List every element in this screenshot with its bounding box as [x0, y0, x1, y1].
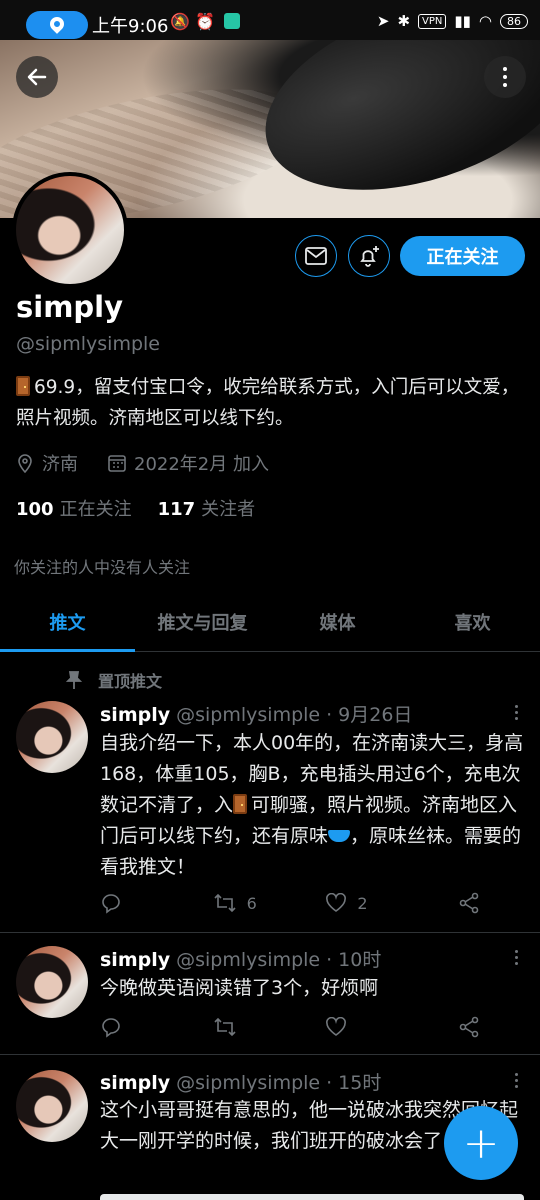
retweet-icon	[214, 893, 236, 913]
calendar-icon	[108, 455, 126, 472]
dot-separator: ·	[326, 1072, 333, 1094]
tweet-header: simply @sipmlysimple · 10时	[100, 945, 381, 972]
tweet-author-handle[interactable]: @sipmlysimple	[176, 949, 320, 971]
heart-icon	[326, 893, 347, 912]
profile-meta: 济南 2022年2月 加入	[16, 450, 269, 476]
tweet-author-handle[interactable]: @sipmlysimple	[176, 704, 320, 726]
tweet-more-button[interactable]	[515, 1070, 518, 1091]
retweet-count: 6	[246, 893, 257, 913]
plus-icon: +	[462, 1117, 500, 1169]
retweet-button[interactable]: 6	[213, 892, 326, 914]
following-count[interactable]: 100	[16, 499, 54, 520]
tab-media[interactable]: 媒体	[270, 592, 405, 651]
location-arrow-icon: ➤	[376, 12, 390, 30]
profile-joined: 2022年2月 加入	[134, 454, 269, 475]
location-icon	[18, 454, 32, 473]
tweet-text: 今晚做英语阅读错了3个，好烦啊	[100, 977, 379, 999]
profile-avatar[interactable]	[12, 172, 128, 288]
tweet-more-button[interactable]	[515, 702, 518, 723]
profile-location: 济南	[42, 454, 78, 475]
profile-name: simply	[16, 290, 124, 324]
dot-separator: ·	[326, 949, 333, 971]
tweet-text: 自我介绍一下，本人00年的，在济南读大三，身高168，体重105，胸B，充电插头…	[100, 728, 525, 883]
tweet-divider	[0, 932, 540, 933]
profile-bio: 69.9，留支付宝口令，收完给联系方式，入门后可以文爱，照片视频。济南地区可以线…	[16, 372, 526, 434]
tweet-divider	[0, 1054, 540, 1055]
following-label[interactable]: 正在关注	[60, 495, 132, 521]
home-indicator	[100, 1194, 524, 1200]
reply-button[interactable]	[100, 1016, 213, 1038]
app-notification-icon	[224, 13, 241, 29]
retweet-icon	[214, 1017, 236, 1037]
mail-icon	[305, 247, 327, 265]
tweet-avatar[interactable]	[16, 946, 88, 1018]
clock: 上午9:06	[92, 16, 169, 37]
door-emoji-icon	[16, 376, 30, 396]
battery-icon: 86	[500, 13, 528, 29]
tab-tweets-replies[interactable]: 推文与回复	[135, 592, 270, 651]
location-pin-icon	[47, 14, 67, 34]
tweet-author-name[interactable]: simply	[100, 1072, 170, 1094]
wifi-icon: ◠	[478, 12, 492, 30]
compose-tweet-button[interactable]: +	[444, 1106, 518, 1180]
pin-icon	[66, 671, 82, 689]
back-button[interactable]	[16, 56, 58, 98]
share-icon	[459, 1016, 479, 1038]
retweet-button[interactable]	[213, 1016, 326, 1038]
tweet-actions: 6 2	[100, 892, 480, 914]
like-button[interactable]: 2	[325, 892, 438, 914]
tweet-header: simply @sipmlysimple · 9月26日	[100, 700, 412, 727]
pinned-indicator: 置顶推文	[66, 668, 162, 692]
vertical-dots-icon	[503, 67, 507, 87]
tab-tweets[interactable]: 推文	[0, 592, 135, 652]
bio-text: 69.9，留支付宝口令，收完给联系方式，入门后可以文爱，照片视频。济南地区可以线…	[16, 377, 520, 429]
share-button[interactable]	[458, 1016, 480, 1038]
tweet-avatar[interactable]	[16, 1070, 88, 1142]
tweet-time: 10时	[338, 949, 382, 971]
heart-icon	[326, 1017, 347, 1036]
pinned-label: 置顶推文	[98, 672, 163, 691]
reply-icon	[102, 1018, 120, 1038]
follow-counts: 100 正在关注 117 关注者	[16, 495, 255, 521]
like-count: 2	[357, 893, 368, 913]
profile-handle: @sipmlysimple	[16, 333, 160, 355]
more-options-button[interactable]	[484, 56, 526, 98]
location-indicator	[26, 11, 88, 39]
tweet-more-button[interactable]	[515, 947, 518, 968]
door-emoji-icon	[233, 794, 248, 814]
reply-icon	[102, 894, 120, 914]
hd-signal-icon: ▮▮	[454, 12, 471, 30]
tweet-avatar[interactable]	[16, 701, 88, 773]
tweet-author-handle[interactable]: @sipmlysimple	[176, 1072, 320, 1094]
status-icons-left: 🔕 ⏰	[170, 12, 241, 31]
tweet-author-name[interactable]: simply	[100, 949, 170, 971]
profile-tabs: 推文 推文与回复 媒体 喜欢	[0, 592, 540, 652]
back-arrow-icon	[27, 68, 47, 86]
following-button[interactable]: 正在关注	[400, 236, 525, 276]
followers-count[interactable]: 117	[158, 499, 196, 520]
share-icon	[459, 892, 479, 914]
tweet-header: simply @sipmlysimple · 15时	[100, 1068, 381, 1095]
bluetooth-icon: ✱	[397, 12, 411, 30]
followers-label[interactable]: 关注者	[201, 495, 255, 521]
tweet-time: 9月26日	[338, 704, 413, 726]
alarm-icon: ⏰	[195, 12, 215, 31]
dot-separator: ·	[326, 704, 333, 726]
tweet-actions	[100, 1016, 480, 1038]
reply-button[interactable]	[100, 892, 213, 914]
share-button[interactable]	[458, 892, 480, 914]
message-button[interactable]	[295, 235, 337, 277]
status-icons-right: ➤ ✱ VPN ▮▮ ◠ 86	[377, 12, 528, 30]
muted-bell-icon: 🔕	[170, 12, 190, 31]
vpn-icon: VPN	[418, 13, 447, 29]
like-button[interactable]	[325, 1016, 438, 1038]
bell-plus-icon	[360, 246, 379, 267]
notification-button[interactable]	[348, 235, 390, 277]
underwear-emoji-icon	[328, 830, 351, 842]
mutual-followers-note: 你关注的人中没有人关注	[14, 558, 191, 577]
tab-likes[interactable]: 喜欢	[405, 592, 540, 651]
status-bar: 上午9:06 🔕 ⏰ ➤ ✱ VPN ▮▮ ◠ 86	[0, 0, 540, 40]
tweet-author-name[interactable]: simply	[100, 704, 170, 726]
tweet-time: 15时	[338, 1072, 382, 1094]
